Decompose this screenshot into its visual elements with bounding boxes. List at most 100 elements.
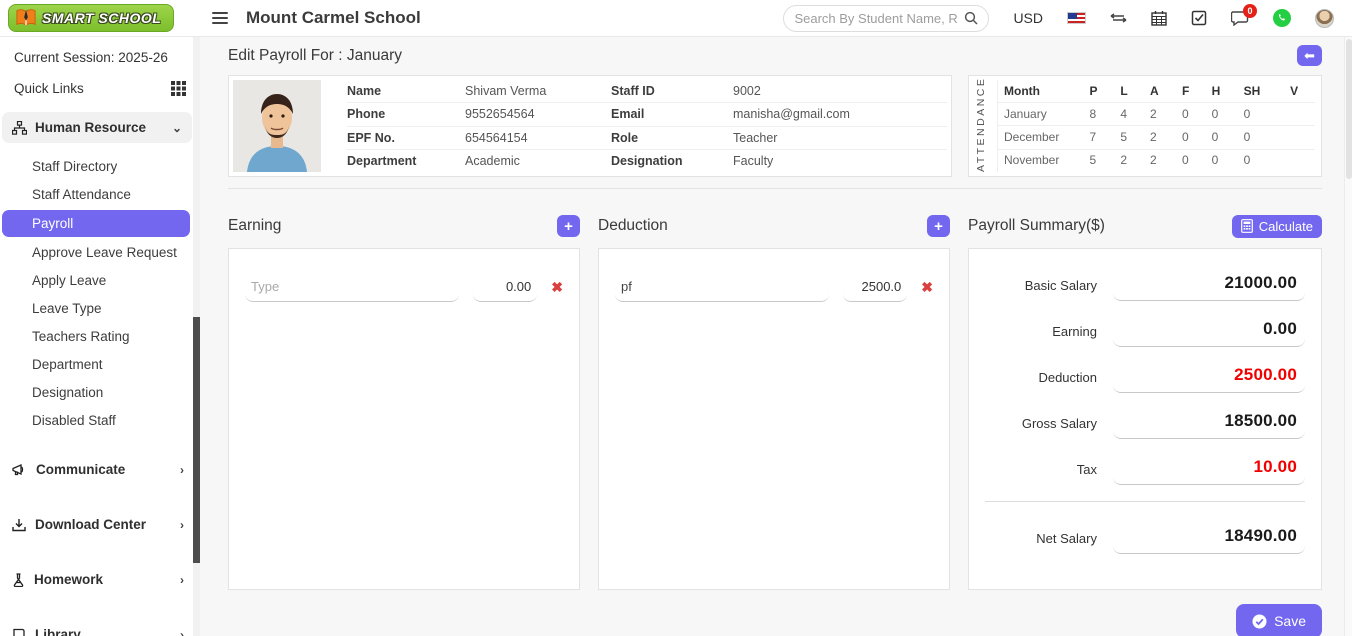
payroll-summary-column: Payroll Summary($) Calculate Basic Salar…: [968, 213, 1322, 590]
check-circle-icon: [1252, 614, 1267, 629]
sidebar-item-staff-attendance[interactable]: Staff Attendance: [0, 181, 200, 208]
staff-photo: [233, 80, 321, 172]
messages-badge: 0: [1243, 4, 1257, 18]
deduction-type-input[interactable]: [615, 273, 829, 302]
chevron-right-icon: ›: [180, 573, 184, 587]
sidebar-section-homework[interactable]: Homework ›: [0, 560, 200, 599]
sidebar-item-staff-directory[interactable]: Staff Directory: [0, 153, 200, 180]
top-right-controls: USD 0: [783, 5, 1352, 32]
sidebar-item-approve-leave-request[interactable]: Approve Leave Request: [0, 239, 200, 266]
deduction-entry-row: ✖: [615, 273, 933, 302]
add-deduction-button[interactable]: +: [927, 215, 950, 237]
earning-type-input[interactable]: [245, 273, 459, 302]
sidebar-item-department[interactable]: Department: [0, 351, 200, 378]
attendance-header-row: Month P L A F H SH V: [998, 80, 1316, 103]
sitemap-icon: [12, 121, 27, 135]
attendance-row: January 8 4 2 0 0 0: [998, 103, 1316, 126]
staff-row: NameShivam Verma Staff ID9002: [347, 80, 947, 103]
page-scrollbar-thumb[interactable]: [1346, 39, 1352, 179]
gross-salary-value: 18500.00: [1113, 409, 1305, 439]
currency-selector[interactable]: USD: [1013, 10, 1043, 26]
plus-icon: +: [934, 219, 943, 234]
grid-icon: [171, 81, 186, 96]
delete-earning-icon[interactable]: ✖: [551, 279, 563, 296]
summary-row-net-salary: Net Salary 18490.00: [985, 524, 1305, 554]
sidebar-item-designation[interactable]: Designation: [0, 379, 200, 406]
summary-row-basic-salary: Basic Salary 21000.00: [985, 271, 1305, 301]
add-earning-button[interactable]: +: [557, 215, 580, 237]
calculator-icon: [1241, 219, 1253, 233]
logo-box: SMART SCHOOL: [8, 4, 174, 32]
book-icon: [12, 628, 26, 636]
deduction-total-value: 2500.00: [1113, 363, 1305, 393]
quick-links[interactable]: Quick Links: [0, 69, 200, 108]
current-session-label: Current Session: 2025-26: [0, 37, 200, 69]
download-icon: [12, 518, 26, 532]
chevron-right-icon: ›: [180, 463, 184, 477]
section-label: Download Center: [35, 517, 146, 532]
quick-links-label: Quick Links: [14, 81, 84, 96]
sidebar: Current Session: 2025-26 Quick Links Hum…: [0, 37, 200, 636]
whatsapp-icon[interactable]: [1273, 9, 1291, 27]
sidebar-scrollbar-thumb[interactable]: [193, 317, 200, 563]
language-flag-icon[interactable]: [1067, 12, 1086, 24]
sidebar-item-teachers-rating[interactable]: Teachers Rating: [0, 323, 200, 350]
tax-value: 10.00: [1113, 455, 1305, 485]
sidebar-item-apply-leave[interactable]: Apply Leave: [0, 267, 200, 294]
deduction-card: ✖: [598, 248, 950, 590]
task-check-icon[interactable]: [1191, 10, 1207, 26]
search-icon[interactable]: [964, 11, 978, 25]
megaphone-icon: [12, 463, 27, 477]
sidebar-section-download-center[interactable]: Download Center ›: [0, 505, 200, 544]
user-avatar[interactable]: [1315, 9, 1334, 28]
section-label: Human Resource: [35, 120, 146, 135]
exchange-icon[interactable]: [1110, 11, 1127, 25]
sidebar-section-library[interactable]: Library ›: [0, 615, 200, 636]
deduction-column: Deduction + ✖: [598, 213, 950, 590]
staff-row: Phone9552654564 Emailmanisha@gmail.com: [347, 103, 947, 126]
attendance-side-label: ATTENDANCE: [975, 80, 993, 172]
earning-card: ✖: [228, 248, 580, 590]
payroll-summary-card: Basic Salary 21000.00 Earning 0.00 Deduc…: [968, 248, 1322, 590]
logo-text: SMART SCHOOL: [42, 10, 161, 26]
flask-icon: [12, 573, 25, 587]
summary-row-deduction: Deduction 2500.00: [985, 363, 1305, 393]
deduction-amount-input[interactable]: [843, 273, 907, 302]
sidebar-section-communicate[interactable]: Communicate ›: [0, 450, 200, 489]
chevron-right-icon: ›: [180, 518, 184, 532]
logo[interactable]: SMART SCHOOL: [0, 4, 200, 32]
section-divider: [228, 188, 1322, 189]
staff-row: DepartmentAcademic DesignationFaculty: [347, 150, 947, 172]
calculate-button[interactable]: Calculate: [1232, 215, 1322, 238]
sidebar-item-disabled-staff[interactable]: Disabled Staff: [0, 407, 200, 434]
search-input[interactable]: [794, 11, 964, 26]
summary-row-earning: Earning 0.00: [985, 317, 1305, 347]
messages-icon[interactable]: 0: [1231, 10, 1249, 26]
sidebar-item-payroll[interactable]: Payroll: [2, 210, 190, 237]
page-scrollbar[interactable]: [1344, 37, 1352, 636]
calendar-icon[interactable]: [1151, 10, 1167, 26]
plus-icon: +: [564, 219, 573, 234]
basic-salary-value: 21000.00: [1113, 271, 1305, 301]
save-button[interactable]: Save: [1236, 604, 1322, 636]
school-name: Mount Carmel School: [246, 8, 421, 28]
sidebar-section-human-resource[interactable]: Human Resource ⌄: [2, 112, 192, 143]
staff-info-card: NameShivam Verma Staff ID9002 Phone95526…: [228, 75, 952, 177]
delete-deduction-icon[interactable]: ✖: [921, 279, 933, 296]
student-search[interactable]: [783, 5, 989, 32]
earning-entry-row: ✖: [245, 273, 563, 302]
earning-title: Earning: [228, 217, 281, 235]
book-pen-icon: [15, 8, 37, 28]
attendance-table: Month P L A F H SH V January 8 4 2: [997, 80, 1315, 172]
page-title: Edit Payroll For : January: [228, 45, 402, 65]
earning-column: Earning + ✖: [228, 213, 580, 590]
summary-row-gross-salary: Gross Salary 18500.00: [985, 409, 1305, 439]
chevron-right-icon: ›: [180, 628, 184, 636]
attendance-row: November 5 2 2 0 0 0: [998, 149, 1316, 172]
hamburger-menu-icon[interactable]: [208, 8, 232, 28]
chevron-down-icon: ⌄: [172, 121, 182, 135]
earning-total-value: 0.00: [1113, 317, 1305, 347]
earning-amount-input[interactable]: [473, 273, 537, 302]
sidebar-item-leave-type[interactable]: Leave Type: [0, 295, 200, 322]
back-button[interactable]: ⬅: [1297, 45, 1322, 66]
